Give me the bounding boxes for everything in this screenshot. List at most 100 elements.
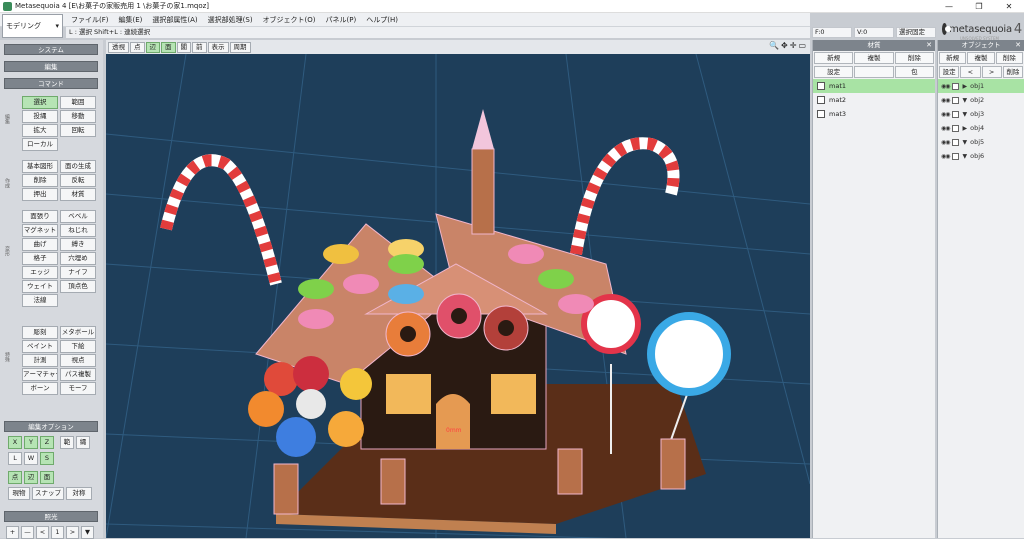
expand-icon[interactable]: ▼: [962, 153, 967, 160]
command-button[interactable]: 基本図形: [22, 160, 58, 173]
option-button[interactable]: Y: [24, 436, 38, 449]
command-button[interactable]: 下絵: [60, 340, 96, 353]
command-button[interactable]: 視点: [60, 354, 96, 367]
command-button[interactable]: エッジ: [22, 266, 58, 279]
command-button[interactable]: 選択: [22, 96, 58, 109]
expand-icon[interactable]: ▼: [962, 97, 967, 104]
close-icon[interactable]: ✕: [926, 40, 932, 51]
command-button[interactable]: 格子: [22, 252, 58, 265]
expand-icon[interactable]: ▼: [962, 139, 967, 146]
object-item[interactable]: ◉◉ ▼ obj6: [938, 149, 1024, 163]
command-button[interactable]: 投縄: [22, 110, 58, 123]
light-button[interactable]: 1: [51, 526, 64, 539]
option-button[interactable]: 点: [8, 471, 22, 484]
move-icon[interactable]: ✥: [781, 41, 788, 50]
light-button[interactable]: <: [36, 526, 49, 539]
material-settings-button[interactable]: 設定: [814, 66, 854, 78]
option-button[interactable]: L: [8, 452, 22, 465]
zoom-icon[interactable]: 🔍: [769, 41, 779, 50]
object-item[interactable]: ◉◉ ▼ obj2: [938, 93, 1024, 107]
command-button[interactable]: メタボール: [60, 326, 96, 339]
view-close[interactable]: 閣: [176, 41, 191, 53]
view-display[interactable]: 表示: [207, 41, 229, 53]
command-button[interactable]: 縛き: [60, 238, 96, 251]
command-button[interactable]: ナイフ: [60, 266, 96, 279]
view-point[interactable]: 点: [130, 41, 145, 53]
object-settings-button[interactable]: 設定: [939, 66, 960, 78]
screen-icon[interactable]: ▭: [798, 41, 806, 50]
menu-panel[interactable]: パネル(P): [321, 13, 362, 27]
command-button[interactable]: ローカル: [22, 138, 58, 151]
lock-icon[interactable]: [952, 152, 960, 160]
object-item[interactable]: ◉◉ ▶ obj1: [938, 79, 1024, 93]
maximize-button[interactable]: ❐: [964, 0, 994, 13]
menu-process[interactable]: 選択部処理(S): [203, 13, 258, 27]
command-button[interactable]: 回転: [60, 124, 96, 137]
material-wrap-button[interactable]: 包: [894, 66, 934, 78]
command-button[interactable]: 拡大: [22, 124, 58, 137]
object-next-button[interactable]: >: [981, 66, 1002, 78]
material-new-button[interactable]: 新規: [814, 52, 854, 64]
3d-viewport[interactable]: 0mm: [106, 54, 810, 538]
object-remove-button[interactable]: 削除: [1002, 66, 1023, 78]
command-button[interactable]: 押出: [22, 188, 58, 201]
material-blank-button[interactable]: [854, 66, 894, 78]
light-button[interactable]: ▼: [81, 526, 94, 539]
lock-icon[interactable]: [952, 96, 960, 104]
option-button[interactable]: 面: [40, 471, 54, 484]
object-item[interactable]: ◉◉ ▼ obj3: [938, 107, 1024, 121]
eye-icon[interactable]: ◉◉: [941, 83, 951, 90]
light-header[interactable]: 照光: [4, 511, 98, 522]
view-period[interactable]: 周期: [229, 41, 251, 53]
option-button[interactable]: 縄: [76, 436, 90, 449]
eye-icon[interactable]: ◉◉: [941, 125, 951, 132]
minimize-button[interactable]: —: [934, 0, 964, 13]
command-button[interactable]: 彫刻: [22, 326, 58, 339]
command-button[interactable]: 曲げ: [22, 238, 58, 251]
lock-icon[interactable]: [952, 82, 960, 90]
light-button[interactable]: +: [6, 526, 19, 539]
command-button[interactable]: 範囲: [60, 96, 96, 109]
command-button[interactable]: ボーン: [22, 382, 58, 395]
mode-select[interactable]: モデリング ▾: [2, 14, 63, 38]
command-button[interactable]: 材質: [60, 188, 96, 201]
material-delete-button[interactable]: 削除: [894, 52, 934, 64]
checkbox[interactable]: [817, 110, 825, 118]
command-button[interactable]: 面の生成: [60, 160, 96, 173]
command-button[interactable]: 計測: [22, 354, 58, 367]
eye-icon[interactable]: ◉◉: [941, 153, 951, 160]
command-button[interactable]: モーフ: [60, 382, 96, 395]
command-button[interactable]: ベベル: [60, 210, 96, 223]
option-button[interactable]: S: [40, 452, 54, 465]
material-item[interactable]: mat3: [813, 107, 935, 121]
rotate-icon[interactable]: ✛: [790, 41, 797, 50]
lock-icon[interactable]: [952, 138, 960, 146]
expand-icon[interactable]: ▶: [962, 125, 967, 132]
menu-object[interactable]: オブジェクト(O): [258, 13, 321, 27]
command-button[interactable]: ウェイト: [22, 280, 58, 293]
command-button[interactable]: 移動: [60, 110, 96, 123]
option-button[interactable]: 範: [60, 436, 74, 449]
object-prev-button[interactable]: <: [960, 66, 981, 78]
command-button[interactable]: 法線: [22, 294, 58, 307]
checkbox[interactable]: [817, 82, 825, 90]
light-button[interactable]: —: [21, 526, 34, 539]
command-button[interactable]: ねじれ: [60, 224, 96, 237]
fix-selection-button[interactable]: 選択固定: [896, 27, 936, 38]
close-icon[interactable]: ✕: [1015, 40, 1021, 51]
view-front[interactable]: 前: [192, 41, 207, 53]
object-item[interactable]: ◉◉ ▼ obj5: [938, 135, 1024, 149]
view-edge[interactable]: 辺: [145, 41, 160, 53]
command-button[interactable]: 面張り: [22, 210, 58, 223]
view-face[interactable]: 面: [161, 41, 176, 53]
command-header[interactable]: コマンド: [4, 78, 98, 89]
option-button[interactable]: Z: [40, 436, 54, 449]
light-button[interactable]: >: [66, 526, 79, 539]
system-header[interactable]: システム: [4, 44, 98, 55]
view-perspective[interactable]: 透視: [108, 41, 129, 53]
command-button[interactable]: 穴埋め: [60, 252, 96, 265]
material-copy-button[interactable]: 複製: [854, 52, 894, 64]
edit-header[interactable]: 編集: [4, 61, 98, 72]
eye-icon[interactable]: ◉◉: [941, 97, 951, 104]
menu-edit[interactable]: 編集(E): [114, 13, 148, 27]
